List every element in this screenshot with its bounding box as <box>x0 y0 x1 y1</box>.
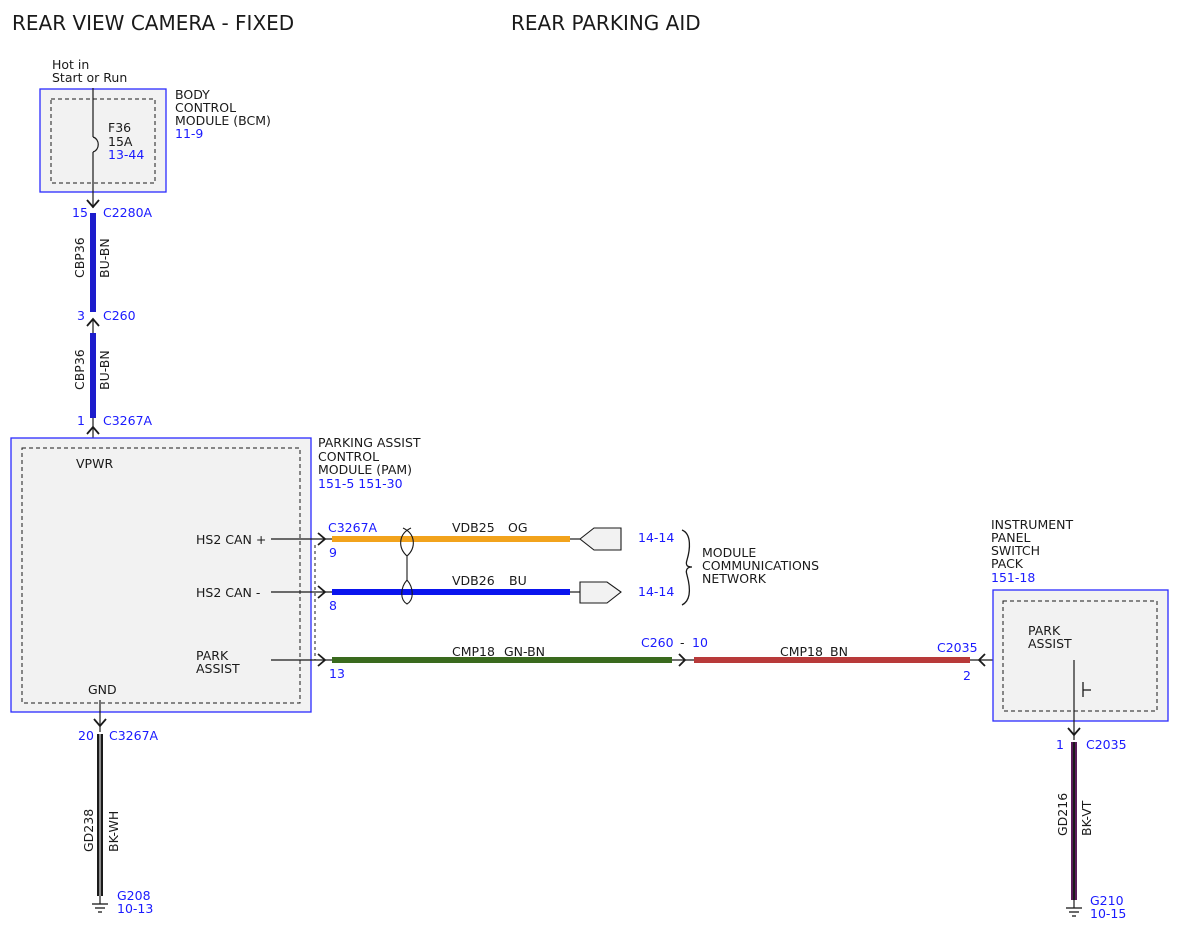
ground-g210-ref: 10-15 <box>1090 906 1126 921</box>
ipsp-connector-out: C2035 <box>1086 737 1127 752</box>
wire-cmp18-right-circuit: CMP18 <box>780 644 823 659</box>
bcm-ref: 11-9 <box>175 126 203 141</box>
wire-cmp18-left-color: GN-BN <box>504 644 545 659</box>
wire-vdb26-color: BU <box>509 573 527 588</box>
pam-connector-label: C3267A <box>328 520 378 535</box>
wire-cbp36-lower-circuit: CBP36 <box>72 349 87 390</box>
wire-cbp36-upper-circuit: CBP36 <box>72 237 87 278</box>
wire-gd216-color: BK-VT <box>1079 800 1094 836</box>
pam-pin-hs2-can-plus: HS2 CAN + <box>196 532 266 547</box>
pam-top-connector: C3267A <box>103 413 153 428</box>
ipsp-ref: 151-18 <box>991 570 1035 585</box>
pam-name-line3: MODULE (PAM) <box>318 462 412 477</box>
pam-pin-9: 9 <box>329 545 337 560</box>
pam-name-line1: PARKING ASSIST <box>318 435 421 450</box>
ipsp-pin-out: 1 <box>1056 737 1064 752</box>
ipsp-pin-in: 2 <box>963 668 971 683</box>
offpage-connector-can-minus-icon <box>579 581 622 604</box>
wire-cbp36-upper-color: BU-BN <box>97 238 112 278</box>
ipsp-connector-in: C2035 <box>937 640 978 655</box>
pam-module-box <box>10 437 312 713</box>
pam-pin-13: 13 <box>329 666 345 681</box>
wire-gd238-color: BK-WH <box>106 811 121 852</box>
wire-cmp18-right-color: BN <box>830 644 848 659</box>
bcm-module-box <box>39 88 167 193</box>
offpage-connector-can-plus-icon <box>579 527 622 551</box>
wire-cbp36-lower-color: BU-BN <box>97 350 112 390</box>
fuse-ref: 13-44 <box>108 147 144 162</box>
wire-vdb25-color: OG <box>508 520 528 535</box>
power-label-line2: Start or Run <box>52 70 127 85</box>
wire-vdb25-circuit: VDB25 <box>452 520 495 535</box>
pam-pin-gnd: GND <box>88 682 117 697</box>
c260-pin: 3 <box>77 308 85 323</box>
fuse-id: F36 <box>108 120 131 135</box>
wire-cmp18-left-circuit: CMP18 <box>452 644 495 659</box>
ground-g208-icon <box>92 903 108 913</box>
diagram-title-center: REAR PARKING AID <box>511 11 701 35</box>
bcm-pin: 15 <box>72 205 88 220</box>
pam-pin-hs2-can-minus: HS2 CAN - <box>196 585 260 600</box>
c260-connector: C260 <box>103 308 136 323</box>
pam-pin-park-line2: ASSIST <box>196 661 240 676</box>
ground-g208-ref: 10-13 <box>117 901 153 916</box>
bcm-connector: C2280A <box>103 205 153 220</box>
ground-g210-icon <box>1066 907 1082 917</box>
pam-refs: 151-5 151-30 <box>318 476 403 491</box>
ipsp-name-line4: PACK <box>991 556 1024 571</box>
ipsp-switch-label-line2: ASSIST <box>1028 636 1072 651</box>
inline-connector-pin: 10 <box>692 635 708 650</box>
wire-gd238-circuit: GD238 <box>81 809 96 852</box>
gnd-pin: 20 <box>78 728 94 743</box>
pam-top-pin: 1 <box>77 413 85 428</box>
pam-pin-vpwr: VPWR <box>76 456 113 471</box>
inline-connector-dash: - <box>680 635 685 650</box>
wire-vdb26-circuit: VDB26 <box>452 573 495 588</box>
gnd-connector: C3267A <box>109 728 159 743</box>
network-brace-icon <box>681 529 693 606</box>
ipsp-module-box <box>992 589 1169 722</box>
pam-pin-8: 8 <box>329 598 337 613</box>
can-minus-ref: 14-14 <box>638 584 674 599</box>
inline-connector-name: C260 <box>641 635 674 650</box>
network-label-line3: NETWORK <box>702 571 767 586</box>
can-plus-ref: 14-14 <box>638 530 674 545</box>
wire-gd216-circuit: GD216 <box>1055 793 1070 836</box>
wiring-diagram: REAR VIEW CAMERA - FIXED REAR PARKING AI… <box>10 11 1169 921</box>
diagram-title-left: REAR VIEW CAMERA - FIXED <box>12 11 294 35</box>
